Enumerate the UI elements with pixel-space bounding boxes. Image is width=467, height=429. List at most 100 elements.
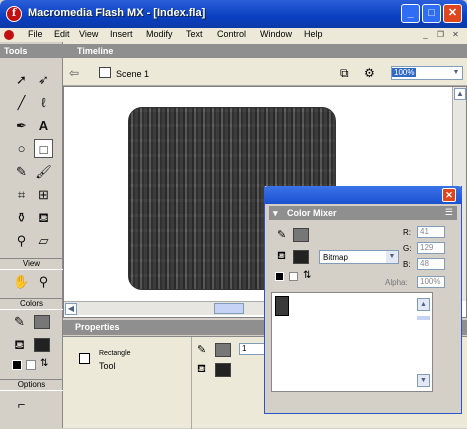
- back-arrow-icon[interactable]: ⇦: [69, 66, 79, 80]
- swatch-scroll-up-icon[interactable]: ▲: [417, 298, 430, 311]
- alpha-input[interactable]: 100%: [417, 276, 445, 288]
- mixer-swap-colors-icon[interactable]: ⇅: [303, 270, 311, 281]
- mixer-close-icon[interactable]: ✕: [442, 188, 456, 202]
- document-icon[interactable]: [4, 30, 14, 40]
- color-mixer-window: ▾ Color Mixer ☰ ✎ ⛾ Bitmap ▼ ⇅ R: 41 G: …: [264, 186, 462, 414]
- stroke-color-icon: ✎: [14, 314, 25, 329]
- paint-bucket-tool-icon[interactable]: ⛾: [34, 208, 53, 227]
- menu-help[interactable]: Help: [304, 29, 323, 39]
- tools-header-label: Tools: [4, 46, 28, 56]
- fill-style-select[interactable]: Bitmap ▼: [319, 250, 399, 264]
- fill-color-icon: ⛾: [14, 337, 25, 352]
- subselect-tool-icon[interactable]: ➶: [34, 70, 53, 89]
- menu-text[interactable]: Text: [186, 29, 203, 39]
- line-tool-icon[interactable]: ╱: [12, 93, 31, 112]
- fill-style-value: Bitmap: [323, 253, 348, 262]
- scroll-up-icon[interactable]: ▲: [454, 88, 466, 100]
- doc-restore-button[interactable]: ❐: [435, 29, 446, 40]
- close-button[interactable]: ✕: [443, 4, 462, 23]
- bitmap-thumbnail[interactable]: [275, 296, 289, 316]
- edit-bar: ⇦ Scene 1 ⧉ ⚙ 100% ▼: [63, 62, 467, 86]
- fill-style-chevron-icon[interactable]: ▼: [386, 251, 398, 263]
- blue-label: B:: [403, 260, 411, 269]
- fill-color-swatch[interactable]: [34, 338, 50, 352]
- zoom-select[interactable]: 100% ▼: [391, 66, 463, 80]
- horizontal-scrollbar[interactable]: ◀: [64, 301, 266, 315]
- bitmap-swatch-area[interactable]: [271, 292, 433, 392]
- mixer-stroke-icon: ✎: [277, 229, 287, 241]
- zoom-value: 100%: [392, 68, 417, 77]
- menu-bar: File Edit View Insert Modify Text Contro…: [0, 28, 467, 42]
- scroll-left-icon[interactable]: ◀: [65, 303, 77, 315]
- timeline-panel: Timeline: [63, 42, 467, 62]
- green-input[interactable]: 129: [417, 242, 445, 254]
- mixer-fill-icon: ⛾: [277, 250, 286, 262]
- mixer-options-icon[interactable]: ☰: [445, 207, 453, 218]
- stroke-pencil-icon: ✎: [197, 344, 207, 356]
- rectangle-tool-icon[interactable]: □: [34, 139, 53, 158]
- doc-minimize-button[interactable]: _: [420, 29, 431, 40]
- options-section-label: Options: [0, 379, 63, 391]
- menu-modify[interactable]: Modify: [146, 29, 173, 39]
- eraser-tool-icon[interactable]: ▱: [34, 231, 53, 250]
- timeline-label: Timeline: [77, 46, 114, 56]
- doc-close-button[interactable]: ✕: [450, 29, 461, 40]
- menu-view[interactable]: View: [79, 29, 98, 39]
- alpha-label: Alpha:: [385, 278, 408, 287]
- stroke-height-input[interactable]: 1: [239, 343, 267, 355]
- props-stroke-swatch[interactable]: [215, 343, 231, 357]
- menu-insert[interactable]: Insert: [110, 29, 133, 39]
- swatch-scroll-thumb[interactable]: [417, 316, 430, 320]
- maximize-button[interactable]: □: [422, 4, 441, 23]
- red-label: R:: [403, 228, 411, 237]
- hand-tool-icon[interactable]: ✋: [12, 272, 31, 291]
- eyedropper-tool-icon[interactable]: ⚲: [12, 231, 31, 250]
- window-title: Macromedia Flash MX - [Index.fla]: [28, 7, 206, 19]
- default-colors-icon[interactable]: [12, 360, 22, 370]
- round-rectangle-option-icon[interactable]: ⌐: [12, 395, 31, 414]
- brush-tool-icon[interactable]: 🖌: [34, 162, 53, 181]
- fill-transform-tool-icon[interactable]: ⊞: [34, 185, 53, 204]
- pencil-tool-icon[interactable]: ✎: [12, 162, 31, 181]
- red-input[interactable]: 41: [417, 226, 445, 238]
- swatch-scroll-down-icon[interactable]: ▼: [417, 374, 430, 387]
- free-transform-tool-icon[interactable]: ⌗: [12, 185, 31, 204]
- ink-bottle-tool-icon[interactable]: ⚱: [12, 208, 31, 227]
- stroke-color-swatch[interactable]: [34, 315, 50, 329]
- no-color-icon[interactable]: [26, 360, 36, 370]
- divider: [191, 337, 192, 429]
- mixer-no-color-icon[interactable]: [289, 272, 298, 281]
- mixer-collapse-icon[interactable]: ▾: [273, 208, 278, 219]
- menu-window[interactable]: Window: [260, 29, 292, 39]
- edit-scene-icon[interactable]: ⧉: [340, 66, 349, 81]
- menu-file[interactable]: File: [28, 29, 43, 39]
- text-tool-icon[interactable]: A: [34, 116, 53, 135]
- mixer-default-colors-icon[interactable]: [275, 272, 284, 281]
- tool-name-line2: Tool: [99, 361, 116, 371]
- swap-colors-icon[interactable]: ⇅: [40, 358, 48, 369]
- oval-tool-icon[interactable]: ○: [12, 139, 31, 158]
- lasso-tool-icon[interactable]: ℓ: [34, 93, 53, 112]
- minimize-button[interactable]: _: [401, 4, 420, 23]
- green-label: G:: [403, 244, 412, 253]
- zoom-tool-icon[interactable]: ⚲: [34, 272, 53, 291]
- edit-symbols-icon[interactable]: ⚙: [364, 66, 375, 80]
- timeline-header[interactable]: Timeline: [63, 44, 467, 58]
- tools-header[interactable]: Tools: [0, 44, 63, 58]
- mixer-stroke-swatch[interactable]: [293, 228, 309, 242]
- arrow-tool-icon[interactable]: ➚: [12, 70, 31, 89]
- mixer-header[interactable]: ▾ Color Mixer ☰: [269, 206, 457, 220]
- pen-tool-icon[interactable]: ✒: [12, 116, 31, 135]
- colors-section-label: Colors: [0, 298, 63, 310]
- blue-input[interactable]: 48: [417, 258, 445, 270]
- scroll-thumb[interactable]: [214, 303, 244, 314]
- mixer-fill-swatch[interactable]: [293, 250, 309, 264]
- menu-control[interactable]: Control: [217, 29, 246, 39]
- chevron-down-icon[interactable]: ▼: [450, 67, 462, 79]
- props-fill-swatch[interactable]: [215, 363, 231, 377]
- tools-panel: Tools ➚ ➶ ╱ ℓ ✒ A ○ □ ✎ 🖌 ⌗ ⊞ ⚱ ⛾ ⚲ ▱ Vi…: [0, 42, 63, 428]
- menu-edit[interactable]: Edit: [54, 29, 70, 39]
- color-mixer-titlebar[interactable]: ✕: [264, 186, 462, 204]
- mixer-title: Color Mixer: [287, 208, 337, 218]
- scene-name: Scene 1: [116, 69, 150, 79]
